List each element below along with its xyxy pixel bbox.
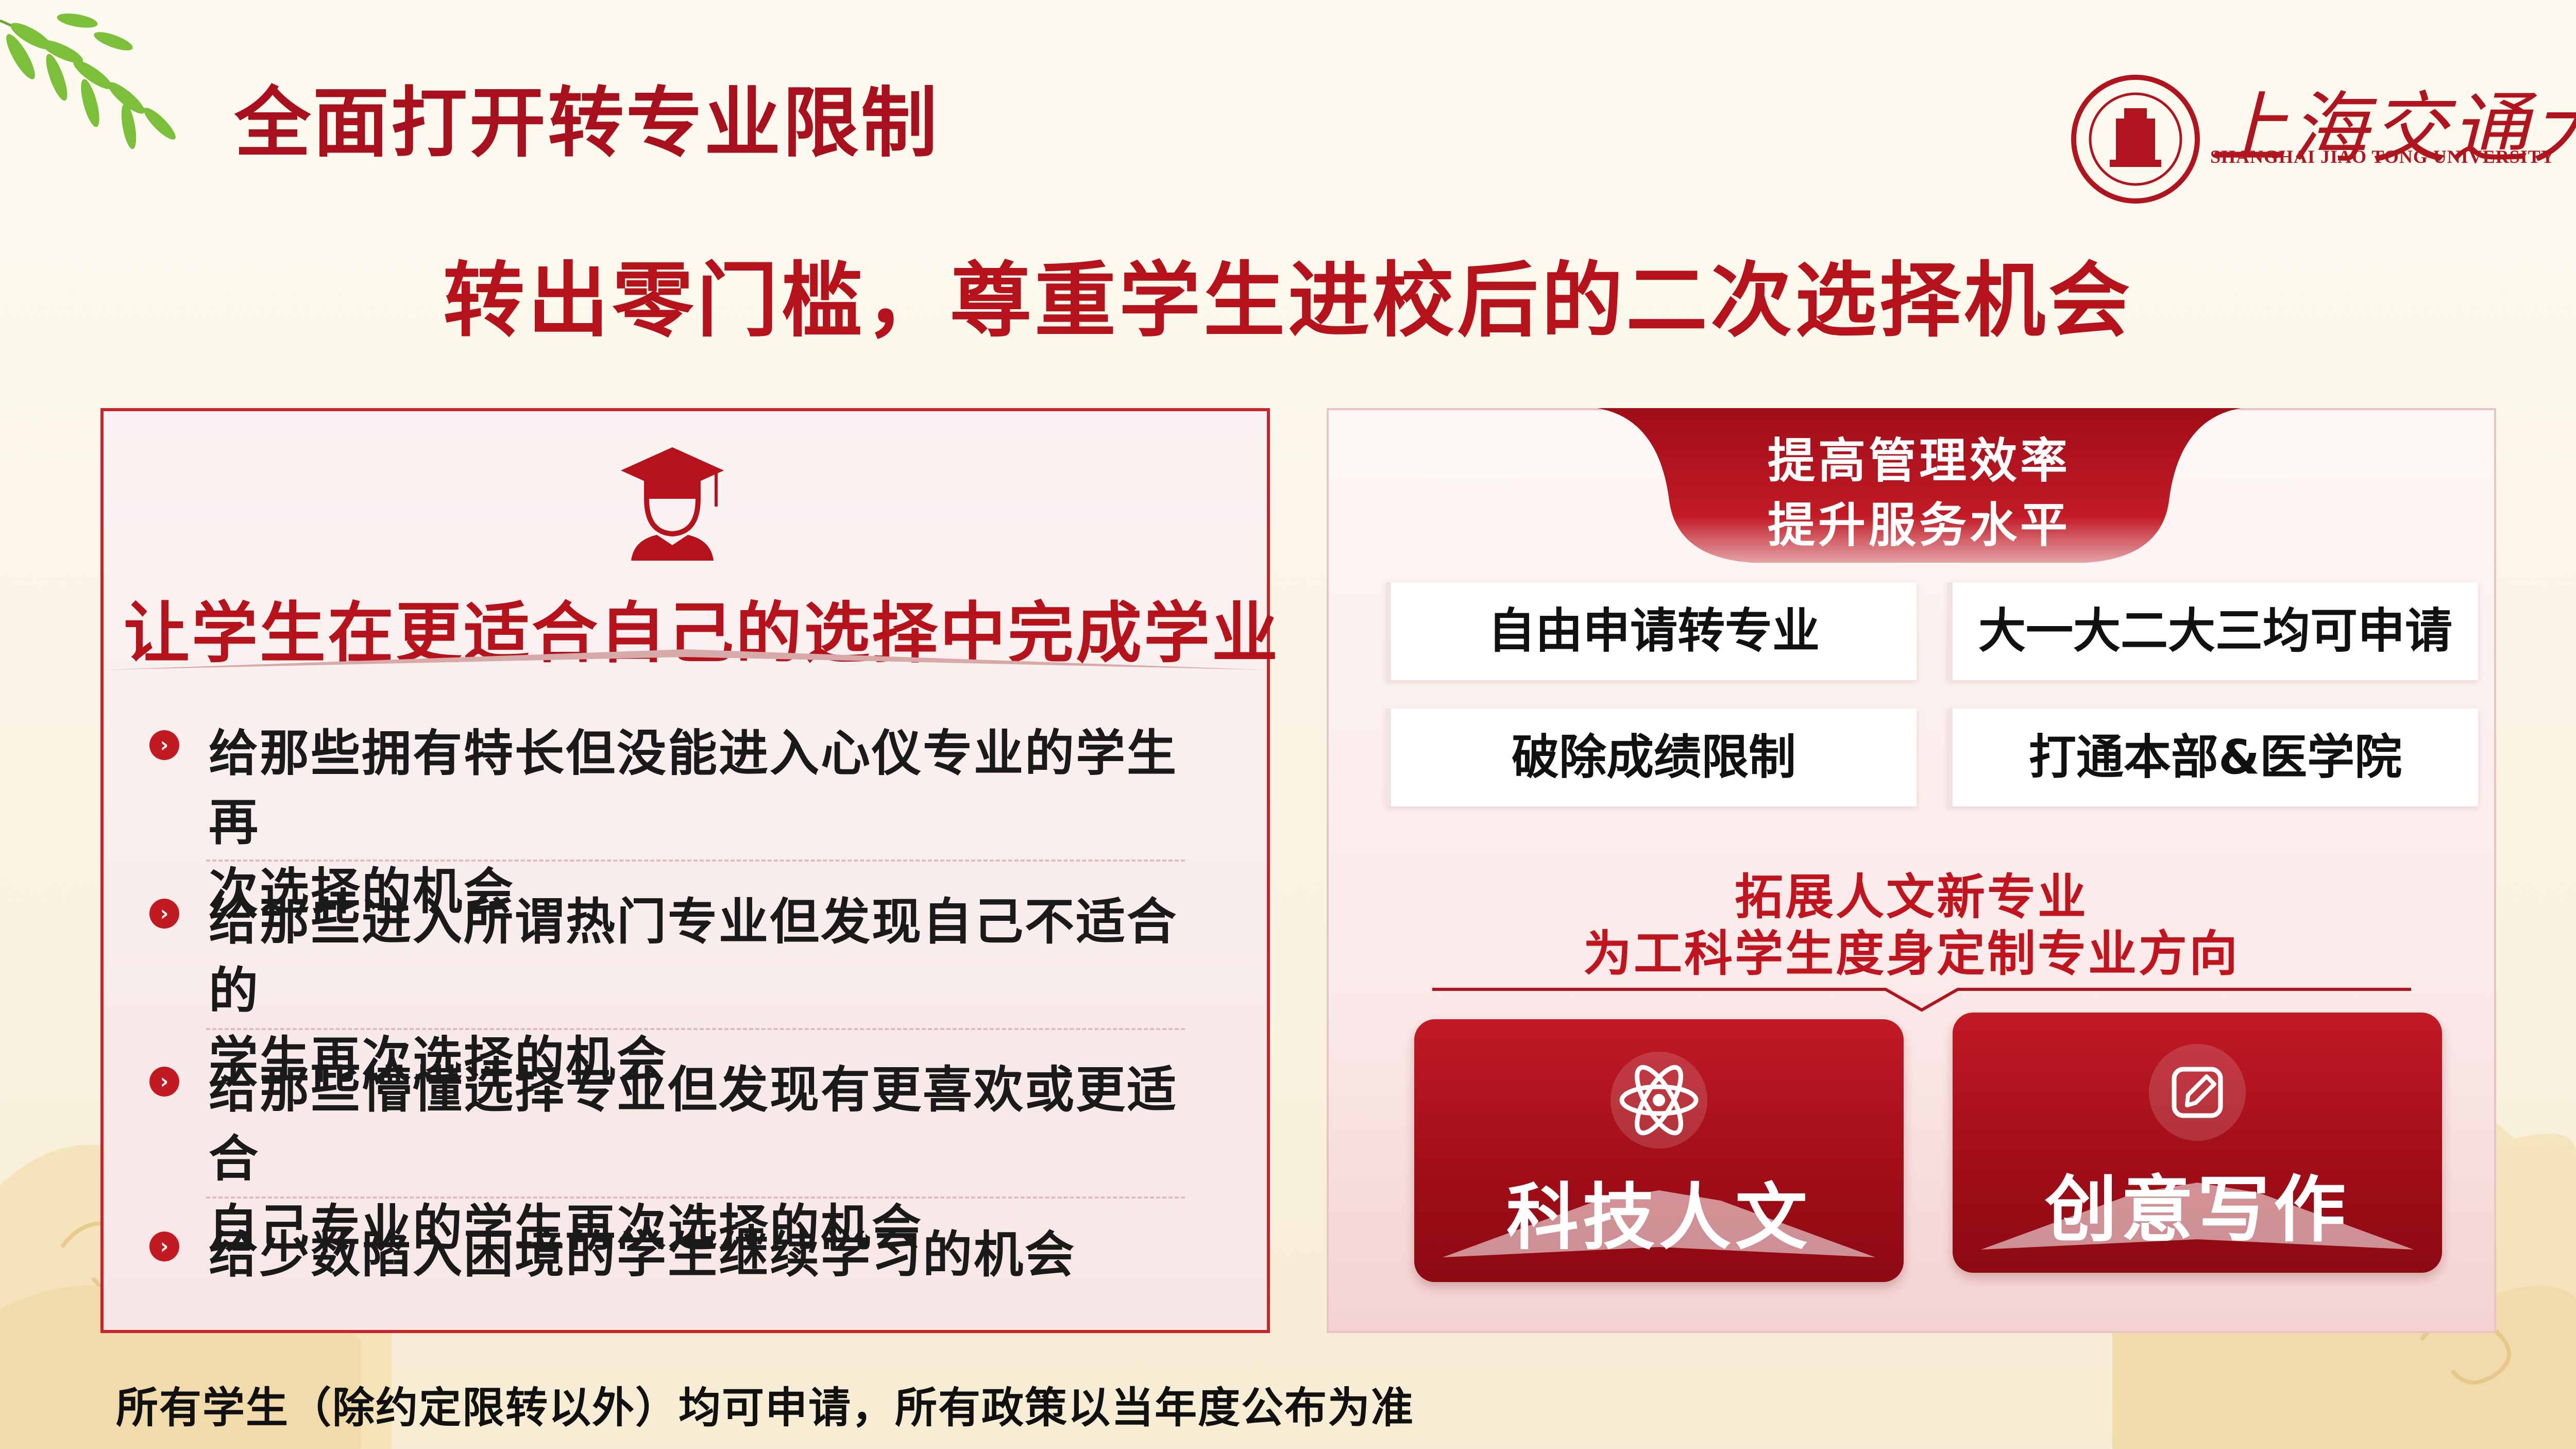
feature-box: 打通本部&医学院 — [1947, 709, 2478, 806]
logo-name-en: SHANGHAI JIAO TONG UNIVERSITY — [2210, 146, 2555, 167]
list-item: › 给那些进入所谓热门专业但发现自己不适合的 学生再次选择的机会 — [149, 887, 1221, 1089]
divider — [206, 1197, 1185, 1199]
bullet-line: 给那些懵懂选择专业但发现有更喜欢或更适合 — [209, 1061, 1178, 1188]
chevron-right-icon: › — [149, 730, 179, 760]
chevron-right-icon: › — [149, 1232, 179, 1261]
banner-line2: 提升服务水平 — [1767, 498, 2071, 553]
banner-line1: 提高管理效率 — [1767, 433, 2071, 488]
mid-line2: 为工科学生度身定制专业方向 — [1583, 926, 2240, 982]
footnote: 所有学生（除约定限转以外）均可申请，所有政策以当年度公布为准 — [116, 1384, 1415, 1433]
bullet-line: 给少数陷入困境的学生继续学习的机会 — [209, 1226, 1076, 1284]
mid-divider — [1432, 988, 2411, 1012]
feature-box: 自由申请转专业 — [1386, 582, 1917, 680]
pen-square-icon — [2149, 1044, 2246, 1141]
university-seal-icon — [2071, 75, 2200, 204]
chevron-right-icon: › — [149, 1067, 179, 1097]
heading-underline — [103, 649, 1267, 670]
chevron-right-icon: › — [149, 899, 179, 929]
feature-box: 大一大二大三均可申请 — [1947, 582, 2478, 680]
divider — [206, 860, 1185, 862]
card-underline — [1443, 1190, 1875, 1257]
graduate-cap-icon — [621, 447, 724, 561]
list-item: › 给那些拥有特长但没能进入心仪专业的学生再 次选择的机会 — [149, 719, 1221, 920]
list-item: › 给那些懵懂选择专业但发现有更喜欢或更适合 自己专业的学生再次选择的机会 — [149, 1055, 1221, 1257]
card-underline — [1981, 1183, 2414, 1250]
page-title: 全面打开转专业限制 — [234, 79, 939, 167]
bullet-line: 给那些拥有特长但没能进入心仪专业的学生再 — [209, 724, 1178, 851]
bullet-line: 给那些进入所谓热门专业但发现自己不适合的 — [209, 893, 1178, 1020]
leaves-decoration — [0, 13, 176, 149]
divider — [206, 1028, 1185, 1030]
list-item: › 给少数陷入困境的学生继续学习的机会 — [149, 1220, 1221, 1298]
feature-box: 破除成绩限制 — [1386, 709, 1917, 806]
bullet-text: 给少数陷入困境的学生继续学习的机会 — [209, 1220, 1203, 1289]
atom-icon — [1611, 1052, 1707, 1149]
subtitle: 转出零门槛，尊重学生进校后的二次选择机会 — [443, 254, 2133, 348]
